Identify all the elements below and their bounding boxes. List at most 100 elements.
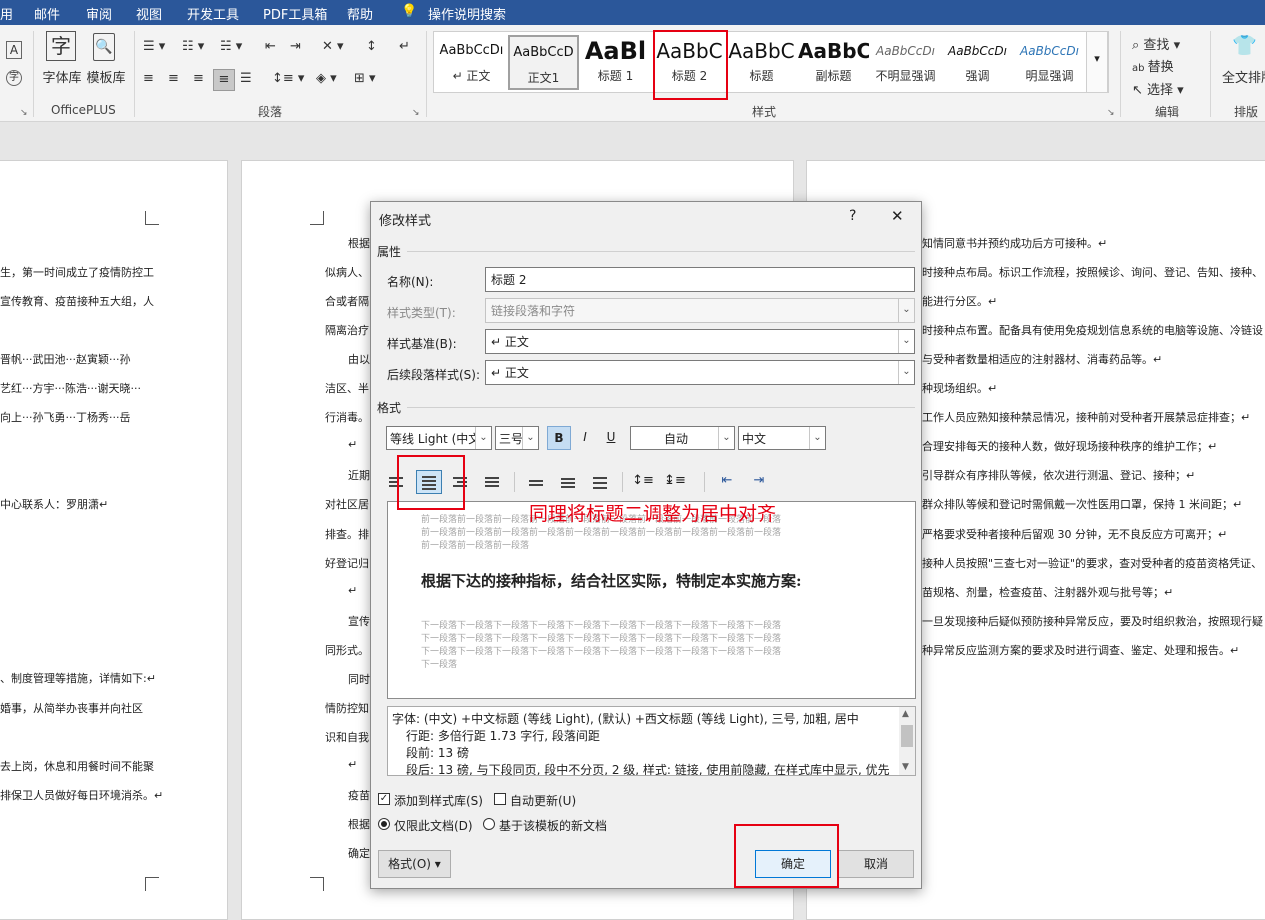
doc-text-line: ↵ — [348, 438, 358, 451]
style-preview: AaBbCcDı — [948, 44, 1007, 58]
scroll-down-icon[interactable]: ▼ — [902, 762, 909, 772]
enclose-char-icon[interactable]: 字 — [6, 70, 22, 86]
style-normal1[interactable]: AaBbCcD 正文1 — [508, 35, 579, 90]
tab-developer[interactable]: 开发工具 — [187, 4, 239, 23]
doc-text-line: 隔离治疗 — [325, 324, 369, 337]
style-base-select[interactable]: ↵ 正文 ⌄ — [485, 329, 915, 354]
close-icon[interactable]: ✕ — [891, 207, 904, 225]
style-type-select[interactable]: 链接段落和字符 ⌄ — [485, 298, 915, 323]
increase-paragraph-spacing-icon[interactable]: ↕≡ — [630, 470, 656, 494]
doc-text-line: 排保卫人员做好每日环境消杀。↵ — [0, 789, 164, 802]
borders-icon[interactable]: ⊞ ▾ — [354, 71, 376, 86]
one-half-spacing-button[interactable] — [556, 470, 582, 494]
increase-indent-icon[interactable]: ⇥ — [746, 470, 772, 494]
style-name-input[interactable]: 标题 2 — [485, 267, 915, 292]
chinese-layout-icon[interactable]: ✕ ▾ — [322, 39, 344, 54]
style-subtle-emphasis[interactable]: AaBbCcDı 不明显强调 — [870, 35, 941, 90]
doc-text-line: 与受种者数量相适应的注射器材、消毒药品等。↵ — [922, 353, 1163, 366]
toolbar-separator — [622, 472, 623, 492]
style-name: 强调 — [965, 69, 990, 83]
find-button[interactable]: ⌕ 查找 ▾ — [1132, 34, 1180, 53]
add-to-gallery-checkbox[interactable]: ✓ — [378, 793, 390, 805]
shading-icon[interactable]: ◈ ▾ — [316, 71, 337, 86]
tell-me-search[interactable]: 操作说明搜索 — [428, 4, 506, 23]
style-title[interactable]: AaBbC 标题 — [726, 35, 797, 90]
scroll-up-icon[interactable]: ▲ — [902, 709, 909, 719]
only-this-document-radio[interactable] — [378, 818, 390, 830]
font-size-select[interactable]: 三号 ⌄ — [495, 426, 539, 450]
double-spacing-button[interactable] — [588, 470, 614, 494]
tab-help[interactable]: 帮助 — [347, 4, 373, 23]
multilevel-list-icon[interactable]: ☵ ▾ — [220, 39, 242, 54]
single-spacing-button[interactable] — [524, 470, 550, 494]
distributed-icon[interactable]: ☰ — [240, 71, 252, 86]
doc-text-line: 情防控知 — [325, 702, 369, 715]
style-intense-emphasis[interactable]: AaBbCcDı 明显强调 — [1014, 35, 1085, 90]
font-library-button[interactable]: 字体库 — [40, 67, 84, 86]
auto-update-checkbox[interactable] — [494, 793, 506, 805]
doc-text-line: 一旦发现接种后疑似预防接种异常反应，要及时组织救治，按照现行疑 — [922, 615, 1263, 628]
description-scrollbar[interactable]: ▲ ▼ — [899, 707, 915, 775]
doc-text-line: 艺红···方宇···陈浩···谢天晓··· — [0, 382, 141, 395]
tab-review[interactable]: 审阅 — [86, 4, 112, 23]
preview-previous-paragraph: 前一段落前一段落前一段落 — [421, 541, 530, 551]
font-select[interactable]: 等线 Light (中文 ⌄ — [386, 426, 492, 450]
bold-button[interactable]: B — [547, 426, 571, 450]
align-left-icon[interactable]: ≡ — [143, 71, 154, 86]
language-select[interactable]: 中文 ⌄ — [738, 426, 826, 450]
styles-gallery: AaBbCcDı ↵ 正文 AaBbCcD 正文1 AaBl 标题 1 AaBbC 标题… — [433, 31, 1109, 93]
doc-text-line: 去上岗，休息和用餐时间不能聚 — [0, 760, 154, 773]
replace-button[interactable]: ab 替换 — [1132, 56, 1174, 75]
line-spacing-icon[interactable]: ↕≡ ▾ — [272, 71, 304, 86]
style-normal[interactable]: AaBbCcDı ↵ 正文 — [436, 35, 507, 90]
tab-pdf-tools[interactable]: PDF工具箱 — [263, 4, 327, 23]
scrollbar-thumb[interactable] — [901, 725, 913, 747]
tab-view[interactable]: 视图 — [136, 4, 162, 23]
tab-mailings[interactable]: 邮件 — [34, 4, 60, 23]
styles-dialog-launcher-icon[interactable]: ↘ — [1107, 108, 1115, 118]
font-library-icon: 字 — [46, 31, 76, 61]
sort-icon[interactable]: ↕ — [366, 39, 377, 54]
style-name: 副标题 — [815, 69, 852, 83]
preview-next-paragraph: 下一段落下一段落下一段落下一段落下一段落下一段落下一段落下一段落下一段落下一段落 — [421, 621, 782, 631]
format-menu-button[interactable]: 格式(O) ▾ — [378, 850, 451, 878]
text-effects-icon[interactable]: A — [6, 41, 22, 59]
select-button[interactable]: ↖ 选择 ▾ — [1132, 79, 1184, 98]
underline-button[interactable]: U — [599, 426, 623, 450]
numbering-icon[interactable]: ☷ ▾ — [182, 39, 204, 54]
increase-indent-icon[interactable]: ⇥ — [290, 39, 301, 54]
justify-button[interactable] — [480, 470, 506, 494]
style-heading1[interactable]: AaBl 标题 1 — [580, 35, 651, 90]
tab-partial[interactable]: 用 — [0, 4, 13, 23]
decrease-paragraph-spacing-icon[interactable]: ↨≡ — [662, 470, 688, 494]
style-emphasis[interactable]: AaBbCcDı 强调 — [942, 35, 1013, 90]
align-right-icon[interactable]: ≡ — [193, 71, 204, 86]
style-subtitle[interactable]: AaBbC 副标题 — [798, 35, 869, 90]
cancel-button[interactable]: 取消 — [838, 850, 914, 878]
format-section-label: 格式 — [377, 401, 402, 415]
style-type-label: 样式类型(T): — [387, 306, 456, 320]
new-docs-template-radio[interactable] — [483, 818, 495, 830]
show-marks-icon[interactable]: ↵ — [399, 39, 410, 54]
group-divider — [1120, 31, 1121, 117]
next-style-select[interactable]: ↵ 正文 ⌄ — [485, 360, 915, 385]
gallery-more-icon[interactable]: ▾ — [1086, 31, 1108, 93]
bullets-icon[interactable]: ☰ ▾ — [143, 39, 165, 54]
add-to-gallery-label: 添加到样式库(S) — [394, 794, 483, 808]
description-line: 段前: 13 磅 — [406, 746, 469, 760]
help-button[interactable]: ? — [849, 208, 856, 224]
decrease-indent-icon[interactable]: ⇤ — [265, 39, 276, 54]
template-library-button[interactable]: 模板库 — [84, 67, 128, 86]
align-center-icon[interactable]: ≡ — [168, 71, 179, 86]
font-color-select[interactable]: 自动 ⌄ — [630, 426, 735, 450]
justify-icon[interactable]: ≡ — [213, 69, 235, 91]
italic-button[interactable]: I — [573, 426, 597, 450]
doc-text-line: ↵ — [348, 584, 358, 597]
decrease-indent-icon[interactable]: ⇤ — [714, 470, 740, 494]
paragraph-dialog-launcher-icon[interactable]: ↘ — [412, 108, 420, 118]
doc-text-line: 、制度管理等措施，详情如下:↵ — [0, 672, 156, 685]
style-description: 字体: (中文) +中文标题 (等线 Light), (默认) +西文标题 (等… — [387, 706, 916, 776]
highlight-center-align — [397, 455, 465, 510]
font-dialog-launcher-icon[interactable]: ↘ — [20, 108, 28, 118]
full-layout-button[interactable]: 全文排版 — [1222, 67, 1265, 86]
